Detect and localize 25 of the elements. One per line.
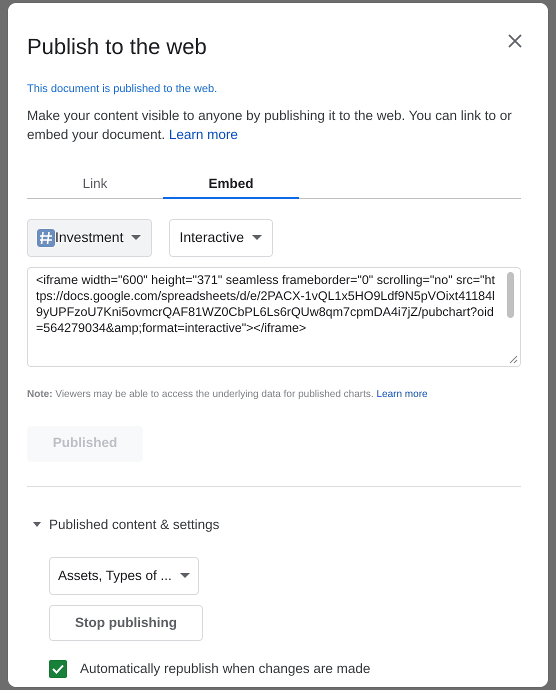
- caret-icon: [180, 573, 190, 578]
- embed-code-text: <iframe width="600" height="371" seamless frameborder="0" scrolling="no" src="https://docs.google.com/spreadsheets/d/e/2PACX-1vQL1x5HO9Ldf9N5pVOixt41184l9yUPFzoU7Kni5ovmcrQAF81WZ0CbPL6Ls6rQUw8qm7cpmDA4i7jZ/pubchart?oid=564279034&amp;format=interactive"></iframe>: [36, 272, 496, 336]
- caret-icon: [252, 235, 262, 240]
- embed-code-field[interactable]: [27, 266, 521, 366]
- resize-handle-icon[interactable]: [509, 354, 518, 364]
- checkbox-label: Automatically republish when changes are made: [80, 660, 370, 678]
- scrollbar-thumb[interactable]: [507, 272, 514, 318]
- learn-more-link[interactable]: Learn more: [168, 126, 238, 142]
- description-text: Make your content visible to anyone by publishing it to the web. You can link to or embed your document. Learn more: [27, 106, 513, 144]
- caret-icon: [33, 522, 41, 528]
- checkbox[interactable]: [49, 660, 67, 678]
- dialog-title: Publish to the web: [27, 33, 207, 61]
- stop-publishing-button[interactable]: Stop publishing: [49, 604, 203, 641]
- settings-toggle[interactable]: Published content & settings: [33, 514, 220, 535]
- learn-more-link[interactable]: Learn more: [376, 388, 428, 400]
- caret-icon: [131, 235, 142, 240]
- close-button[interactable]: [508, 33, 524, 49]
- dropdown[interactable]: Interactive: [169, 218, 274, 256]
- tab[interactable]: Embed: [163, 172, 299, 198]
- note-text: Note: Viewers may be able to access the underlying data for published charts. Learn more: [27, 388, 429, 402]
- tab[interactable]: Link: [27, 172, 163, 198]
- hash-icon: [37, 228, 55, 246]
- status-text: This document is published to the web.: [27, 82, 218, 97]
- content-dropdown[interactable]: Assets, Types of ...: [49, 556, 199, 595]
- dropdown[interactable]: Investment: [27, 218, 152, 256]
